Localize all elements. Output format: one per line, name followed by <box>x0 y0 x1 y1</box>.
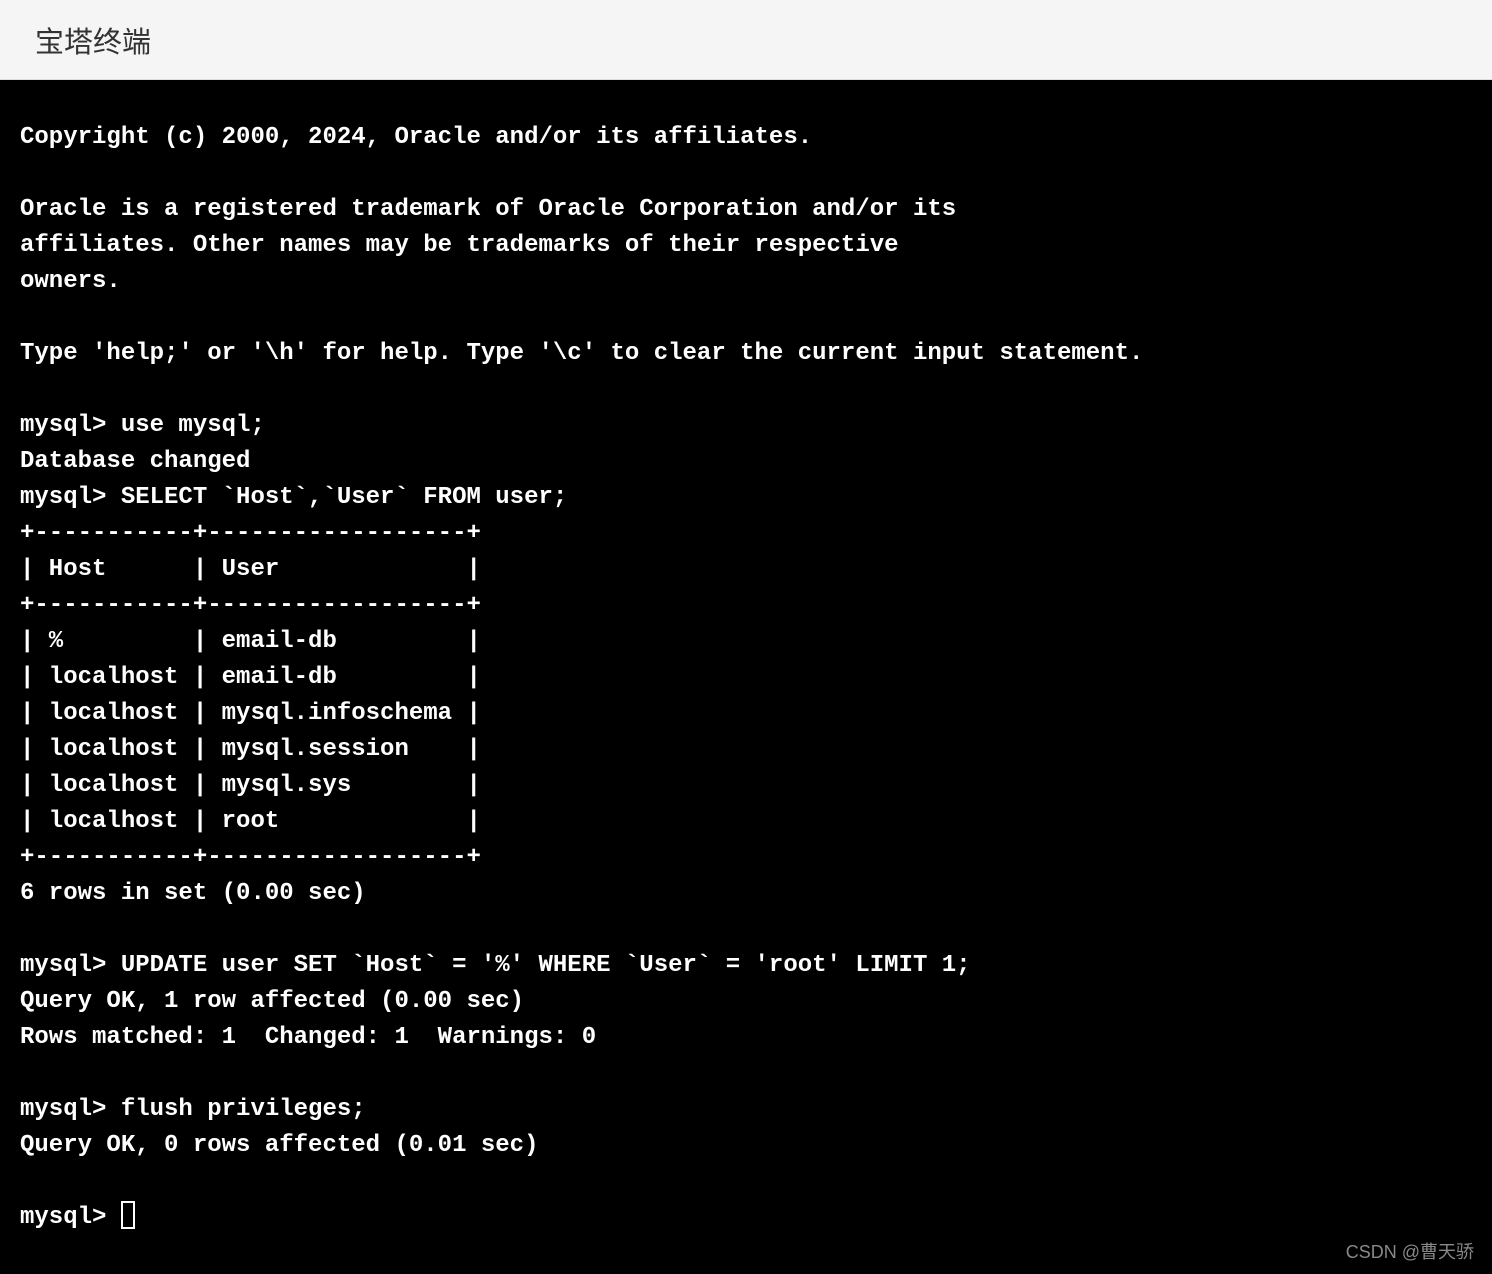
table-row: | % | email-db | <box>20 628 481 655</box>
mysql-prompt-current: mysql> <box>20 1204 121 1231</box>
terminal-header: 宝塔终端 <box>0 0 1492 80</box>
mysql-prompt-select: mysql> SELECT `Host`,`User` FROM user; <box>20 484 567 511</box>
table-row: | localhost | mysql.session | <box>20 736 481 763</box>
table-border: +-----------+------------------+ <box>20 520 481 547</box>
mysql-response-dbchanged: Database changed <box>20 448 250 475</box>
mysql-response-flushok: Query OK, 0 rows affected (0.01 sec) <box>20 1132 538 1159</box>
rows-in-set: 6 rows in set (0.00 sec) <box>20 880 366 907</box>
trademark-line-1: Oracle is a registered trademark of Orac… <box>20 196 956 223</box>
table-row: | localhost | root | <box>20 808 481 835</box>
table-header-row: | Host | User | <box>20 556 481 583</box>
mysql-response-queryok: Query OK, 1 row affected (0.00 sec) <box>20 988 524 1015</box>
mysql-prompt-use: mysql> use mysql; <box>20 412 265 439</box>
copyright-line: Copyright (c) 2000, 2024, Oracle and/or … <box>20 124 812 151</box>
table-row: | localhost | mysql.sys | <box>20 772 481 799</box>
terminal-body[interactable]: Copyright (c) 2000, 2024, Oracle and/or … <box>0 80 1492 1256</box>
terminal-title: 宝塔终端 <box>35 19 151 61</box>
trademark-line-3: owners. <box>20 268 121 295</box>
mysql-prompt-update: mysql> UPDATE user SET `Host` = '%' WHER… <box>20 952 971 979</box>
table-row: | localhost | email-db | <box>20 664 481 691</box>
trademark-line-2: affiliates. Other names may be trademark… <box>20 232 899 259</box>
table-border: +-----------+------------------+ <box>20 844 481 871</box>
table-row: | localhost | mysql.infoschema | <box>20 700 481 727</box>
help-line: Type 'help;' or '\h' for help. Type '\c'… <box>20 340 1143 367</box>
watermark-text: CSDN @曹天骄 <box>1346 1238 1474 1264</box>
table-border: +-----------+------------------+ <box>20 592 481 619</box>
cursor-icon <box>121 1201 135 1229</box>
mysql-prompt-flush: mysql> flush privileges; <box>20 1096 366 1123</box>
mysql-response-rowsmatched: Rows matched: 1 Changed: 1 Warnings: 0 <box>20 1024 596 1051</box>
